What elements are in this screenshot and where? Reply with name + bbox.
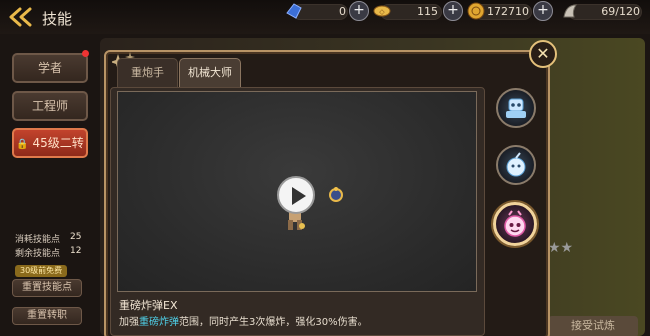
reset-job-button[interactable]: 重置转职 (12, 307, 82, 325)
add-gold-button[interactable]: + (533, 1, 553, 21)
gold-coin-icon (466, 1, 486, 21)
skill-points-left-value: 12 (70, 246, 82, 256)
skill-icon-bomb[interactable] (496, 145, 536, 185)
resource-value: 172710 (487, 5, 529, 18)
skill-desc-suffix: 范围，同时产生3次爆炸，强化30%伤害。 (179, 317, 368, 328)
skill-icon-heavy-bomb[interactable] (493, 202, 537, 246)
back-arrow-icon[interactable] (8, 6, 34, 28)
sidebar-item-second-job[interactable]: 🔒 45级二转 (12, 128, 88, 158)
tab-mechanic-master[interactable]: 机械大师 (179, 58, 241, 88)
tab-heavy-gunner[interactable]: 重炮手 (117, 58, 178, 88)
sidebar-item-scholar[interactable]: 学者 (12, 53, 88, 83)
resource-value: 0 (339, 5, 346, 18)
skill-name: 重磅炸弹EX (119, 299, 178, 312)
stamina-icon (560, 1, 580, 21)
resource-value: 69/120 (601, 5, 640, 18)
resource-value: 115 (417, 5, 438, 18)
skill-icon-robot[interactable] (496, 88, 536, 128)
skill-desc-prefix: 加强 (119, 317, 139, 328)
notification-dot (82, 50, 89, 57)
page-title: 技能 (42, 10, 73, 28)
svg-text:◇: ◇ (379, 8, 385, 16)
rating-stars: ★★ (548, 240, 574, 256)
skill-points-used-label: 消耗技能点 (15, 235, 61, 245)
reset-skill-points-button[interactable]: 重置技能点 (12, 279, 82, 297)
add-gem-button[interactable]: + (349, 1, 369, 21)
drone-sprite (327, 185, 345, 203)
lock-icon: 🔒 (16, 139, 29, 150)
gold-coin-alt-icon: ◇ (372, 1, 392, 21)
sidebar-item-label: 45级二转 (32, 136, 84, 150)
sidebar-item-engineer[interactable]: 工程师 (12, 91, 88, 121)
free-badge: 30级前免费 (15, 265, 68, 277)
play-icon[interactable] (277, 176, 315, 214)
accept-trial-button[interactable]: 接受试炼 (548, 316, 638, 336)
close-button[interactable]: ✕ (529, 40, 557, 68)
skill-points-left-label: 剩余技能点 (15, 249, 61, 259)
skill-description: 加强重磅炸弹范围，同时产生3次爆炸，强化30%伤害。 (119, 313, 368, 328)
add-coin-alt-button[interactable]: + (443, 1, 463, 21)
skill-points-used-value: 25 (70, 232, 82, 242)
top-bar: 技能 0 + ◇ 115 + 172710 + 69/120 (0, 0, 650, 34)
skill-desc-highlight: 重磅炸弹 (139, 317, 179, 328)
blue-gem-icon (284, 1, 304, 21)
